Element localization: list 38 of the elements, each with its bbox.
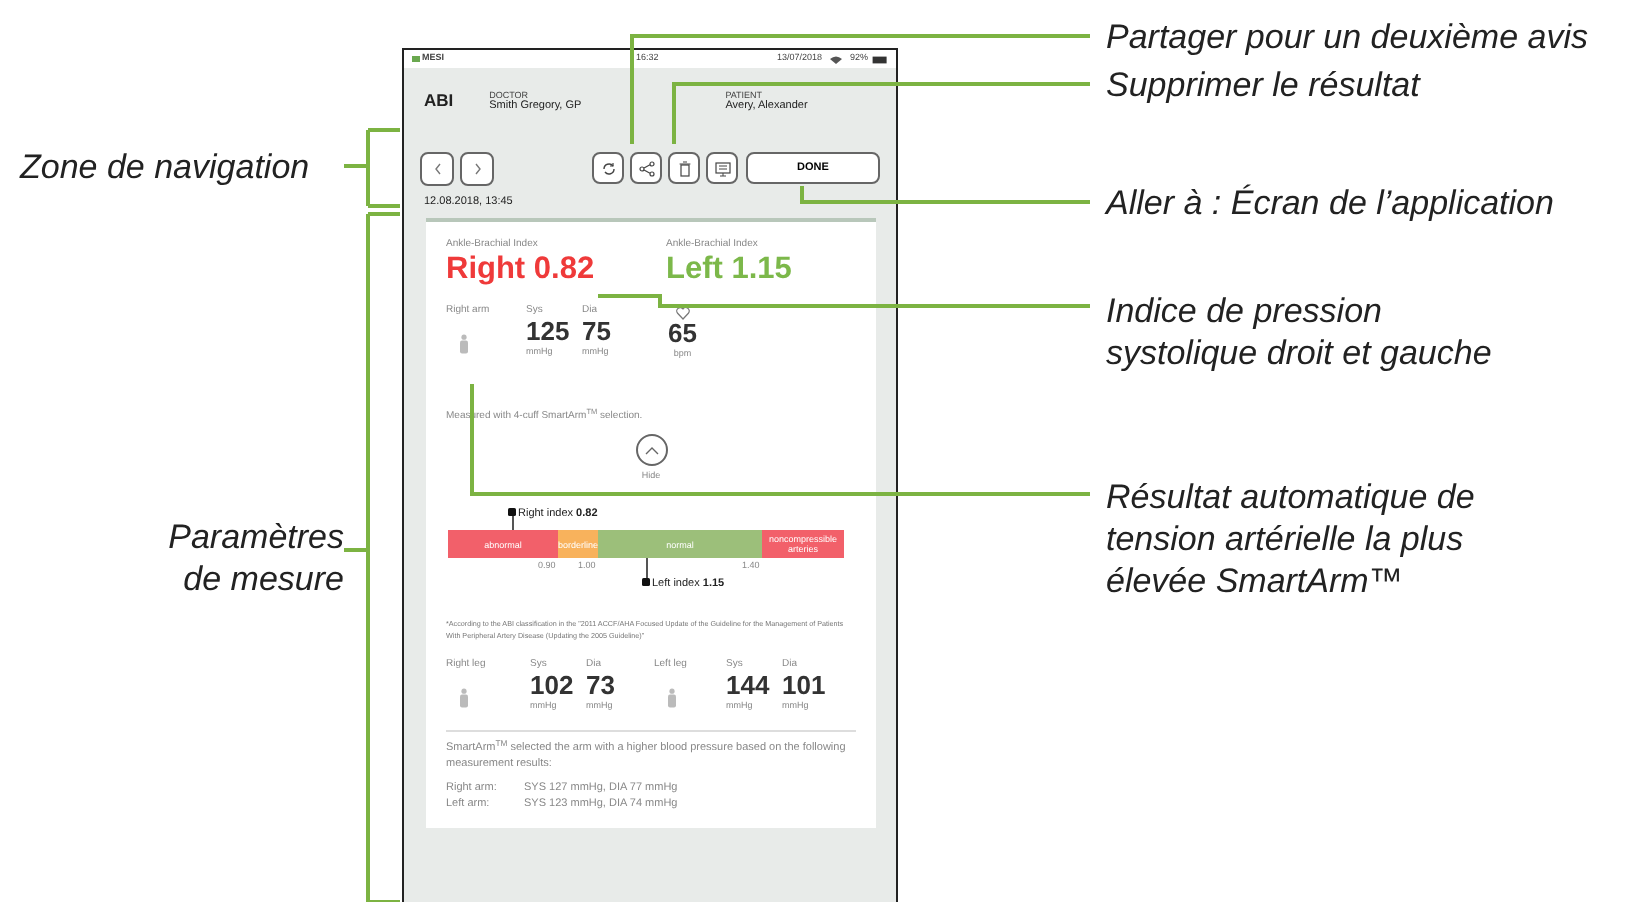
person-icon bbox=[666, 688, 678, 709]
reading-value: 125 bbox=[526, 318, 572, 346]
annotation-label: Aller à : Écran de l’application bbox=[1106, 182, 1556, 224]
logo-icon bbox=[412, 56, 420, 62]
index-value: Left 1.15 bbox=[666, 252, 792, 288]
person-icon bbox=[458, 688, 470, 709]
refresh-icon bbox=[599, 159, 617, 177]
refresh-button[interactable] bbox=[592, 152, 624, 184]
trash-icon bbox=[675, 159, 693, 177]
chevron-up-icon bbox=[643, 445, 659, 455]
hide-button[interactable] bbox=[635, 434, 667, 466]
delete-button[interactable] bbox=[668, 152, 700, 184]
annotation-label: Résultat automatique de tension artérielle la plus élevée SmartArm™ bbox=[1106, 476, 1477, 602]
monitor-icon bbox=[713, 159, 731, 177]
back-button[interactable] bbox=[420, 151, 454, 185]
reading-value: 101 bbox=[782, 672, 828, 700]
share-button[interactable] bbox=[630, 152, 662, 184]
person-icon bbox=[458, 334, 470, 355]
annotation-label: Zone de navigation bbox=[20, 146, 312, 188]
reading-value: 144 bbox=[726, 672, 772, 700]
index-value: Right 0.82 bbox=[446, 252, 597, 288]
battery-icon bbox=[872, 55, 888, 63]
bracket-line bbox=[342, 128, 402, 208]
chevron-left-icon bbox=[429, 159, 445, 177]
annotation-label: Indice de pression systolique droit et gauche bbox=[1106, 290, 1494, 374]
reading-value: 75 bbox=[582, 318, 613, 346]
annotation-label: Paramètres de mesure bbox=[166, 516, 344, 600]
screen-title: ABI bbox=[424, 88, 454, 114]
report-button[interactable] bbox=[706, 152, 738, 184]
reading-value: 102 bbox=[530, 672, 576, 700]
annotation-label: Partager pour un deuxième avis bbox=[1106, 16, 1590, 58]
annotation-label: Supprimer le résultat bbox=[1106, 64, 1423, 106]
share-icon bbox=[637, 159, 655, 177]
heart-icon bbox=[675, 306, 690, 320]
forward-button[interactable] bbox=[460, 151, 494, 185]
reading-value: 73 bbox=[586, 672, 617, 700]
pulse-value: 65 bbox=[668, 320, 697, 348]
wifi-icon bbox=[829, 55, 842, 63]
